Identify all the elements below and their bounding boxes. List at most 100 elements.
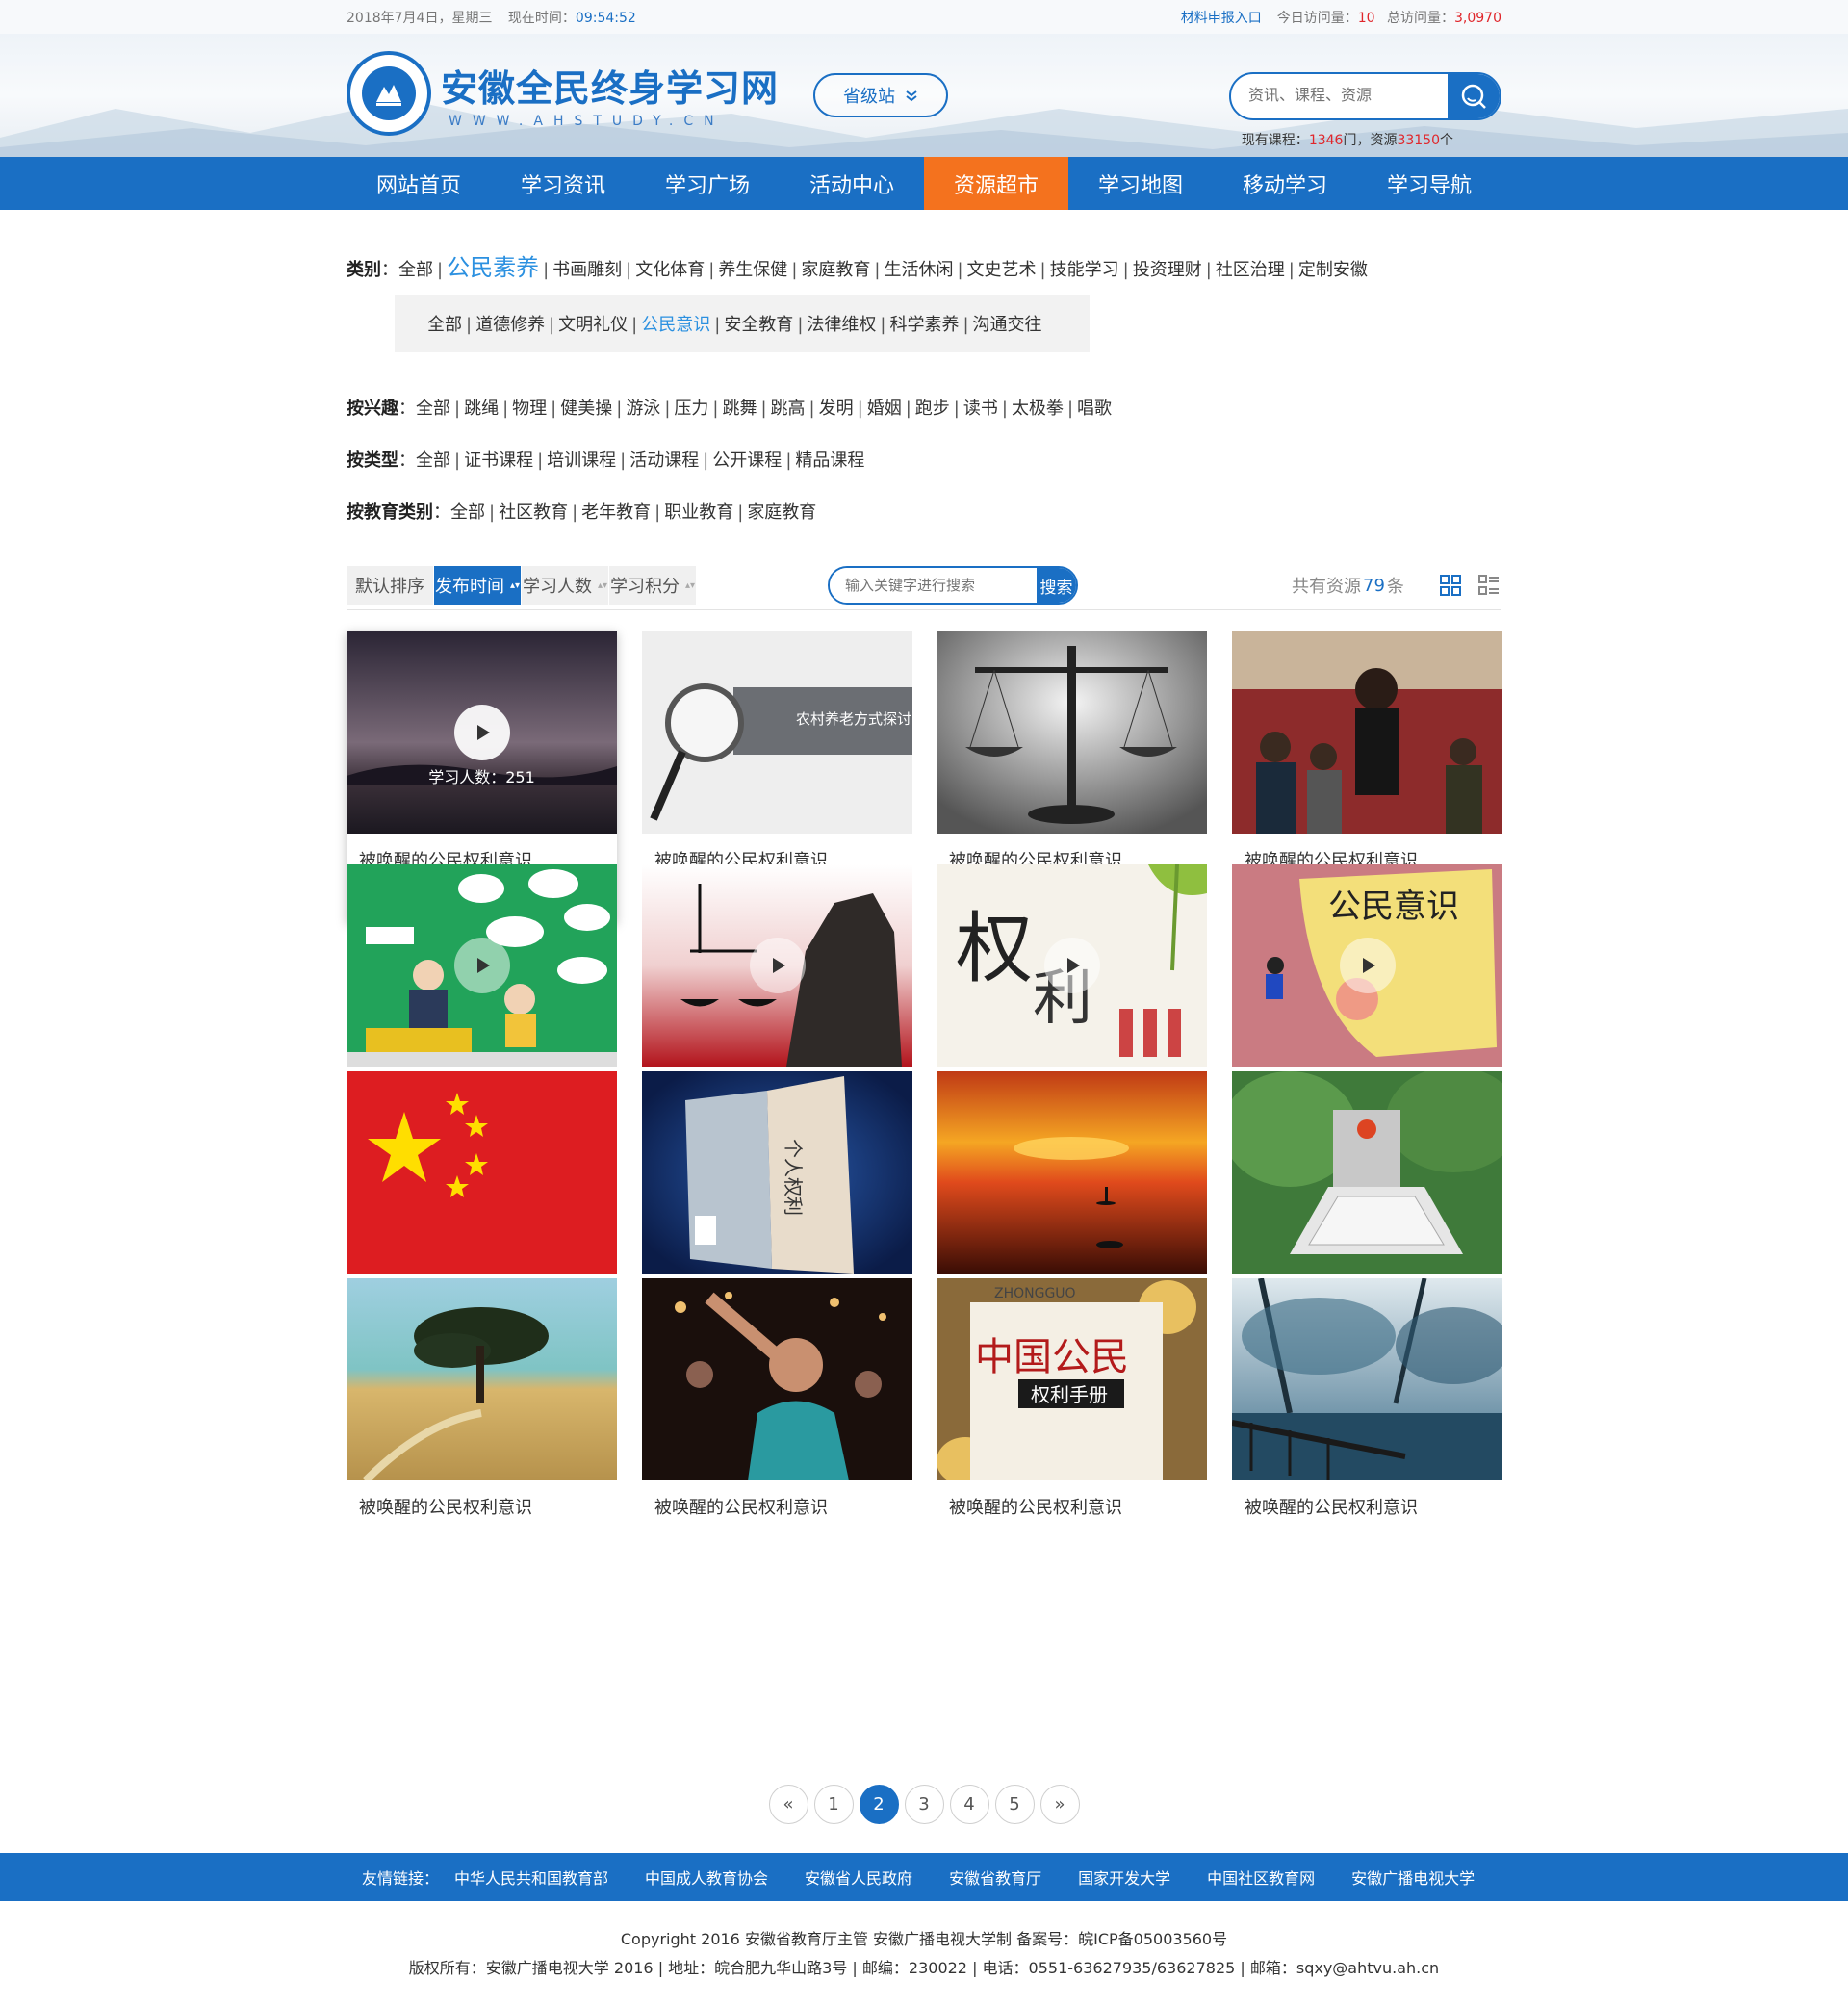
resource-thumbnail[interactable]: 农村养老方式探讨 bbox=[642, 631, 912, 834]
resource-card[interactable]: 被唤醒的公民权利意识 bbox=[1232, 631, 1502, 872]
filter-option[interactable]: 投资理财 bbox=[1133, 260, 1202, 280]
nav-item[interactable]: 网站首页 bbox=[346, 157, 491, 210]
resource-title[interactable]: 被唤醒的公民权利意识 bbox=[642, 1480, 912, 1519]
resource-card[interactable]: 公民意识公民意识被唤醒的公民权利意识 bbox=[1232, 864, 1502, 1105]
filter-option[interactable]: 家庭教育 bbox=[747, 502, 816, 523]
filter-option[interactable]: 职业教育 bbox=[664, 502, 733, 523]
grid-view-icon[interactable] bbox=[1439, 574, 1462, 597]
resource-thumbnail[interactable] bbox=[346, 864, 617, 1067]
site-search-input[interactable] bbox=[1231, 74, 1448, 118]
filter-option[interactable]: 培训课程 bbox=[547, 450, 616, 471]
sort-publish-time[interactable]: 发布时间 ▴▾ bbox=[434, 566, 521, 605]
resource-card[interactable]: 个人权利个人权利与社会意识被唤醒的公民权利意识 bbox=[642, 1071, 912, 1312]
resource-title[interactable]: 被唤醒的公民权利意识 bbox=[346, 1480, 617, 1519]
filter-option[interactable]: 跳绳 bbox=[464, 399, 499, 419]
filter-option[interactable]: 读书 bbox=[963, 399, 998, 419]
filter-option[interactable]: 跳高 bbox=[771, 399, 806, 419]
site-logo[interactable]: 安徽全民终身学习网 WWW.AHSTUDY.CN bbox=[346, 51, 779, 136]
filter-option[interactable]: 技能学习 bbox=[1050, 260, 1119, 280]
play-button[interactable] bbox=[453, 938, 510, 993]
friend-link[interactable]: 安徽省人民政府 bbox=[805, 1865, 912, 1889]
play-button[interactable] bbox=[1043, 938, 1100, 993]
page-button[interactable]: 1 bbox=[813, 1785, 854, 1824]
sort-learners[interactable]: 学习人数 ▴▾ bbox=[522, 566, 608, 605]
resource-card[interactable]: 被唤醒的公民权利意识 bbox=[642, 864, 912, 1105]
resource-thumbnail[interactable] bbox=[1232, 1071, 1502, 1274]
resource-thumbnail[interactable] bbox=[642, 1278, 912, 1480]
filter-option[interactable]: 公开课程 bbox=[712, 450, 782, 471]
keyword-input[interactable] bbox=[830, 568, 1037, 603]
site-search-button[interactable] bbox=[1448, 74, 1500, 118]
filter-option[interactable]: 文明礼仪 bbox=[558, 315, 628, 335]
filter-option[interactable]: 科学素养 bbox=[889, 315, 959, 335]
filter-option[interactable]: 跑步 bbox=[915, 399, 950, 419]
filter-option[interactable]: 生活休闲 bbox=[884, 260, 953, 280]
resource-thumbnail[interactable] bbox=[937, 1071, 1207, 1274]
filter-option[interactable]: 游泳 bbox=[626, 399, 660, 419]
resource-thumbnail[interactable]: 权利权利 bbox=[937, 864, 1207, 1067]
filter-option[interactable]: 安全教育 bbox=[724, 315, 793, 335]
prev-page-button[interactable]: « bbox=[768, 1785, 808, 1824]
nav-item[interactable]: 资源超市 bbox=[924, 157, 1068, 210]
page-button[interactable]: 4 bbox=[949, 1785, 989, 1824]
page-button[interactable]: 3 bbox=[904, 1785, 944, 1824]
filter-option[interactable]: 健美操 bbox=[560, 399, 612, 419]
resource-card[interactable]: 被唤醒的公民权利意识 bbox=[346, 1278, 617, 1519]
nav-item[interactable]: 学习导航 bbox=[1357, 157, 1502, 210]
filter-option[interactable]: 证书课程 bbox=[464, 450, 533, 471]
nav-item[interactable]: 学习地图 bbox=[1068, 157, 1213, 210]
filter-option[interactable]: 社区治理 bbox=[1216, 260, 1285, 280]
filter-option[interactable]: 公民素养 bbox=[447, 254, 539, 281]
resource-card[interactable]: 农村养老方式探讨 被唤醒的公民权利意识 bbox=[642, 631, 912, 872]
resource-card[interactable]: 权利权利被唤醒的公民权利意识 bbox=[937, 864, 1207, 1105]
station-selector[interactable]: 省级站 bbox=[813, 73, 948, 117]
filter-option[interactable]: 婚姻 bbox=[867, 399, 902, 419]
play-button[interactable] bbox=[749, 938, 806, 993]
nav-item[interactable]: 学习资讯 bbox=[491, 157, 635, 210]
friend-link[interactable]: 中华人民共和国教育部 bbox=[454, 1865, 608, 1889]
resource-thumbnail[interactable]: ZHONGGUO中国公民权利手册中国公民权利手册 bbox=[937, 1278, 1207, 1480]
filter-option[interactable]: 文史艺术 bbox=[967, 260, 1037, 280]
resource-card[interactable]: 被唤醒的公民权利意识 bbox=[346, 1071, 617, 1312]
resource-thumbnail[interactable] bbox=[642, 864, 912, 1067]
resource-thumbnail[interactable] bbox=[1232, 1278, 1502, 1480]
friend-link[interactable]: 国家开发大学 bbox=[1078, 1865, 1170, 1889]
filter-option[interactable]: 压力 bbox=[674, 399, 708, 419]
resource-card[interactable]: 被唤醒的公民权利意识 bbox=[937, 1071, 1207, 1312]
friend-link[interactable]: 中国社区教育网 bbox=[1207, 1865, 1315, 1889]
filter-option[interactable]: 活动课程 bbox=[629, 450, 699, 471]
filter-option[interactable]: 文化体育 bbox=[635, 260, 705, 280]
nav-item[interactable]: 学习广场 bbox=[635, 157, 780, 210]
resource-title[interactable]: 被唤醒的公民权利意识 bbox=[1232, 1480, 1502, 1519]
resource-thumbnail[interactable] bbox=[1232, 631, 1502, 834]
friend-link[interactable]: 安徽广播电视大学 bbox=[1351, 1865, 1475, 1889]
resource-card[interactable]: 被唤醒的公民权利意识 bbox=[642, 1278, 912, 1519]
page-button[interactable]: 5 bbox=[994, 1785, 1035, 1824]
play-button[interactable] bbox=[453, 705, 510, 760]
sort-default[interactable]: 默认排序 bbox=[346, 566, 433, 605]
resource-card[interactable]: 被唤醒的公民权利意识 bbox=[346, 864, 617, 1105]
page-button[interactable]: 2 bbox=[859, 1785, 899, 1824]
material-apply-link[interactable]: 材料申报入口 bbox=[1181, 8, 1262, 27]
resource-card[interactable]: 被唤醒的公民权利意识 bbox=[1232, 1278, 1502, 1519]
filter-option[interactable]: 社区教育 bbox=[499, 502, 568, 523]
filter-option[interactable]: 全部 bbox=[416, 399, 450, 419]
filter-option[interactable]: 太极拳 bbox=[1012, 399, 1064, 419]
filter-option[interactable]: 沟通交往 bbox=[973, 315, 1042, 335]
filter-option[interactable]: 道德修养 bbox=[475, 315, 545, 335]
friend-link[interactable]: 安徽省教育厅 bbox=[949, 1865, 1041, 1889]
resource-thumbnail[interactable]: 公民意识公民意识 bbox=[1232, 864, 1502, 1067]
filter-option[interactable]: 全部 bbox=[416, 450, 450, 471]
resource-card[interactable]: 被唤醒的公民权利意识 bbox=[937, 631, 1207, 872]
nav-item[interactable]: 活动中心 bbox=[780, 157, 924, 210]
resource-thumbnail[interactable] bbox=[346, 1071, 617, 1274]
resource-card[interactable]: 被唤醒的公民权利意识 bbox=[1232, 1071, 1502, 1312]
filter-option[interactable]: 定制安徽 bbox=[1298, 260, 1368, 280]
resource-thumbnail[interactable] bbox=[937, 631, 1207, 834]
play-button[interactable] bbox=[1339, 938, 1396, 993]
next-page-button[interactable]: » bbox=[1040, 1785, 1080, 1824]
resource-thumbnail[interactable]: 个人权利个人权利与社会意识 bbox=[642, 1071, 912, 1274]
list-view-icon[interactable] bbox=[1477, 574, 1501, 597]
filter-option[interactable]: 全部 bbox=[450, 502, 485, 523]
resource-title[interactable]: 被唤醒的公民权利意识 bbox=[937, 1480, 1207, 1519]
